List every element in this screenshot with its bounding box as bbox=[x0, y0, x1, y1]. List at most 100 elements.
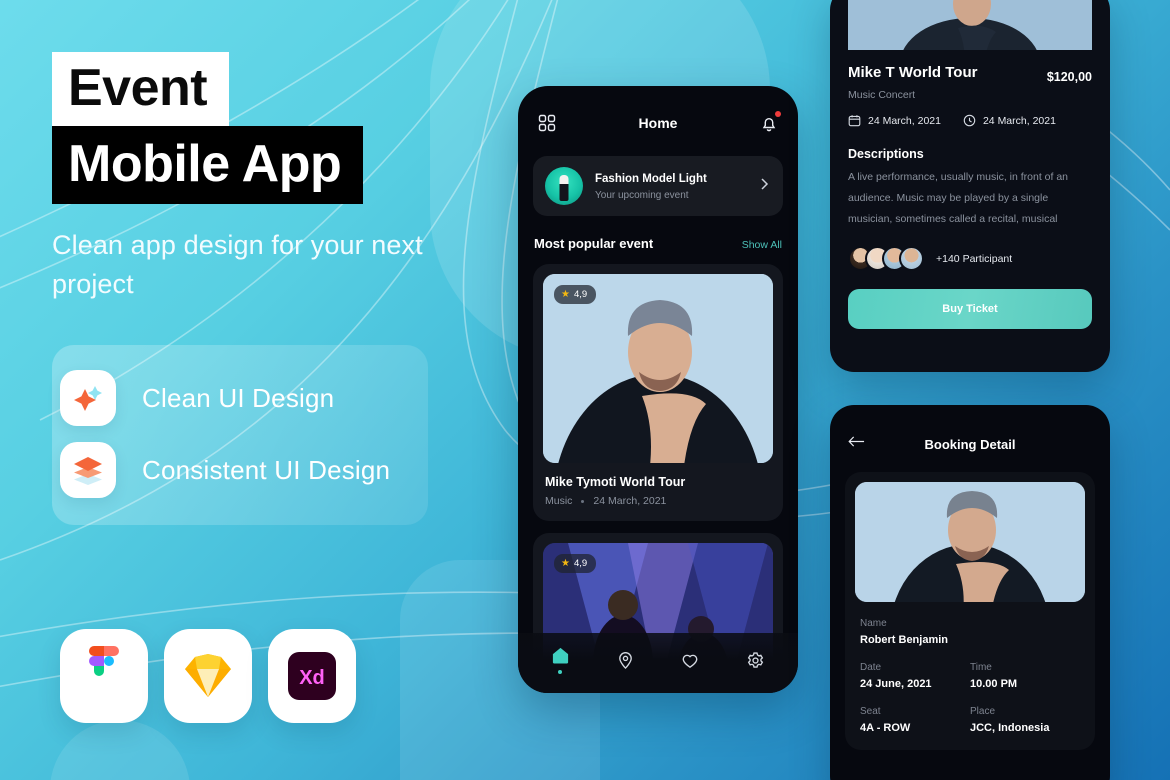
layers-icon bbox=[60, 442, 116, 498]
notification-dot bbox=[775, 111, 781, 117]
booking-panel: Name Robert Benjamin Date 24 June, 2021 … bbox=[845, 472, 1095, 750]
event-title: Mike T World Tour bbox=[848, 64, 978, 81]
field-label: Time bbox=[970, 662, 992, 673]
field-label: Place bbox=[970, 706, 996, 717]
hero-section: Event Mobile App Clean app design for yo… bbox=[52, 52, 472, 304]
event-date: 24 March, 2021 bbox=[593, 495, 667, 507]
notification-bell-icon[interactable] bbox=[758, 111, 781, 134]
section-title: Most popular event bbox=[534, 236, 654, 251]
participants-count: +140 Participant bbox=[936, 252, 1013, 265]
sidebar-item-location[interactable] bbox=[616, 651, 635, 670]
home-screen-phone: Home Fashion Model Light Your upcoming e… bbox=[518, 86, 798, 693]
sidebar-item-settings[interactable] bbox=[746, 651, 765, 670]
rating-value: 4,9 bbox=[573, 558, 588, 569]
hero-title-line2-wrap: Mobile App bbox=[52, 126, 472, 204]
field-label: Date bbox=[860, 662, 882, 673]
rating-badge: ★ 4,9 bbox=[554, 554, 597, 573]
buy-ticket-button[interactable]: Buy Ticket bbox=[848, 289, 1092, 329]
detail-hero-image bbox=[848, 0, 1092, 110]
page-title: Booking Detail bbox=[924, 436, 1016, 452]
heart-icon bbox=[683, 654, 698, 668]
field-time: Time 10.00 PM bbox=[970, 662, 1080, 690]
star-icon: ★ bbox=[561, 288, 570, 300]
feature-list-card: Clean UI Design Consistent UI Design bbox=[52, 345, 428, 525]
hero-title-line1: Event bbox=[52, 52, 230, 126]
field-seat-place: Seat 4A - ROW Place JCC, Indonesia bbox=[860, 706, 1080, 734]
page-title: Home bbox=[638, 115, 678, 131]
home-icon bbox=[552, 647, 568, 664]
home-header: Home bbox=[518, 86, 798, 134]
participant-avatars bbox=[848, 246, 924, 271]
location-pin-icon bbox=[618, 651, 632, 669]
booking-fields: Name Robert Benjamin Date 24 June, 2021 … bbox=[855, 618, 1085, 734]
calendar-icon bbox=[848, 115, 861, 127]
feature-label: Clean UI Design bbox=[142, 382, 335, 413]
event-image: ★ 4,9 bbox=[543, 274, 773, 463]
field-date-time: Date 24 June, 2021 Time 10.00 PM bbox=[860, 662, 1080, 690]
feature-item-clean-ui: Clean UI Design bbox=[60, 362, 428, 434]
avatar bbox=[899, 246, 924, 271]
date-value: 24 March, 2021 bbox=[868, 114, 941, 127]
field-date: Date 24 June, 2021 bbox=[860, 662, 970, 690]
booking-detail-card: Booking Detail Name Robert Benjamin Date… bbox=[830, 405, 1110, 780]
price: $120,00 bbox=[1046, 70, 1092, 84]
upcoming-subtitle: Your upcoming event bbox=[595, 189, 689, 201]
descriptions-heading: Descriptions bbox=[848, 147, 924, 161]
sparkle-icon bbox=[60, 370, 116, 426]
participants-row: +140 Participant bbox=[848, 246, 1092, 271]
show-all-link[interactable]: Show All bbox=[742, 239, 782, 251]
description-text: A live performance, usually music, in fr… bbox=[848, 171, 1069, 225]
field-value: 24 June, 2021 bbox=[860, 678, 932, 690]
booking-header: Booking Detail bbox=[830, 405, 1110, 453]
event-category: Music bbox=[545, 495, 573, 507]
event-detail-card: Mike T World Tour $120,00 Music Concert … bbox=[830, 0, 1110, 372]
detail-title-row: Mike T World Tour $120,00 bbox=[848, 64, 1092, 84]
adobe-xd-logo: Xd bbox=[268, 629, 356, 723]
figma-logo bbox=[60, 629, 148, 723]
clock-icon bbox=[963, 114, 976, 127]
detail-meta-row: 24 March, 2021 24 March, 2021 bbox=[848, 114, 1092, 127]
event-category: Music Concert bbox=[848, 89, 916, 101]
rating-value: 4,9 bbox=[573, 289, 588, 300]
avatar bbox=[545, 167, 583, 205]
field-label: Name bbox=[860, 618, 887, 629]
hero-subtitle: Clean app design for your next project bbox=[52, 230, 423, 300]
section-header: Most popular event Show All bbox=[534, 236, 782, 251]
tool-logos: Xd bbox=[60, 629, 356, 723]
field-label: Seat bbox=[860, 706, 881, 717]
active-indicator bbox=[558, 670, 563, 674]
hero-title-line1-wrap: Event bbox=[52, 52, 472, 126]
booking-photo bbox=[855, 482, 1085, 602]
bottom-tab-bar bbox=[518, 633, 798, 693]
time-value: 24 March, 2021 bbox=[982, 114, 1056, 127]
event-name: Mike Tymoti World Tour bbox=[545, 475, 686, 489]
sidebar-item-home[interactable] bbox=[551, 646, 570, 674]
upcoming-text: Fashion Model Light Your upcoming event bbox=[595, 171, 745, 200]
grid-icon[interactable] bbox=[536, 112, 558, 134]
rating-badge: ★ 4,9 bbox=[554, 285, 597, 304]
time-field: 24 March, 2021 bbox=[963, 114, 1056, 127]
field-seat: Seat 4A - ROW bbox=[860, 706, 970, 734]
upcoming-title: Fashion Model Light bbox=[595, 173, 707, 186]
field-value: 4A - ROW bbox=[860, 722, 911, 734]
feature-item-consistent-ui: Consistent UI Design bbox=[60, 434, 428, 506]
hero-title-line2: Mobile App bbox=[52, 126, 364, 204]
date-field: 24 March, 2021 bbox=[848, 114, 941, 127]
field-name: Name Robert Benjamin bbox=[860, 618, 1080, 646]
sketch-logo bbox=[164, 629, 252, 723]
field-value: 10.00 PM bbox=[970, 678, 1018, 690]
sidebar-item-favorites[interactable] bbox=[680, 651, 700, 670]
chevron-right-icon[interactable] bbox=[757, 177, 771, 196]
event-meta: Music 24 March, 2021 bbox=[545, 495, 771, 507]
gear-icon bbox=[747, 651, 764, 668]
upcoming-event-card[interactable]: Fashion Model Light Your upcoming event bbox=[533, 156, 783, 216]
field-value: JCC, Indonesia bbox=[970, 722, 1050, 734]
field-value: Robert Benjamin bbox=[860, 634, 949, 646]
star-icon: ★ bbox=[561, 557, 570, 569]
svg-text:Xd: Xd bbox=[299, 667, 325, 689]
field-place: Place JCC, Indonesia bbox=[970, 706, 1080, 734]
event-card[interactable]: ★ 4,9 Mike Tymoti World Tour Music 24 Ma… bbox=[533, 264, 783, 521]
separator-dot bbox=[581, 499, 585, 503]
feature-label: Consistent UI Design bbox=[142, 454, 391, 485]
arrow-left-icon[interactable] bbox=[848, 435, 865, 453]
